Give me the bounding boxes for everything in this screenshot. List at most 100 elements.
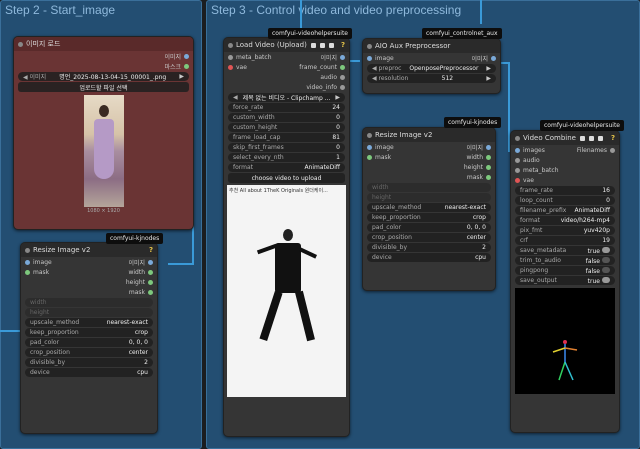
- output-mask: mask: [128, 288, 145, 296]
- custom-width-widget[interactable]: custom_width 0: [228, 113, 345, 122]
- output-audio: audio: [320, 73, 337, 81]
- output-slot-icon[interactable]: [184, 53, 189, 59]
- collapse-dot-icon[interactable]: [515, 135, 520, 141]
- input-mask: mask: [33, 268, 50, 276]
- keep-proportion-widget[interactable]: keep_proportion crop: [25, 328, 153, 337]
- output-slot-icon[interactable]: [340, 54, 345, 60]
- output-slot-icon[interactable]: [491, 55, 496, 61]
- output-mask: 마스크: [164, 63, 181, 71]
- node-header[interactable]: Resize Image v2?: [21, 243, 157, 257]
- collapse-dot-icon[interactable]: [228, 42, 233, 48]
- format-widget[interactable]: format video/h264-mp4: [515, 216, 615, 225]
- node-title: Resize Image v2: [33, 246, 91, 254]
- node-header[interactable]: Load Video (Upload)?: [224, 38, 349, 52]
- preprocessor-select[interactable]: ◀ preproc OpenposePreprocessor ▶: [367, 64, 496, 73]
- input-meta-batch: meta_batch: [236, 53, 272, 61]
- divisible-by-widget[interactable]: divisible_by 2: [367, 243, 491, 252]
- toggle-icon: [602, 276, 610, 283]
- force-rate-widget[interactable]: force_rate 24: [228, 103, 345, 112]
- output-filenames: Filenames: [576, 146, 607, 154]
- load-image-node[interactable]: 이미지 로드 이미지 마스크 ◀ 이미지 명언_2025-08-13-04-15_…: [13, 36, 194, 230]
- filename-prefix-widget[interactable]: filename_prefix AnimateDiff: [515, 206, 615, 215]
- node-header[interactable]: Resize Image v2: [363, 128, 495, 142]
- output-image: 이미지: [320, 54, 337, 62]
- node-source-badge: comfyui_controlnet_aux: [422, 28, 502, 39]
- input-mask: mask: [375, 153, 392, 161]
- link-wire: [0, 330, 20, 332]
- link-wire: [480, 0, 482, 24]
- node-title: AIO Aux Preprocessor: [375, 42, 451, 50]
- select-every-nth-widget[interactable]: select_every_nth 1: [228, 153, 345, 162]
- output-width: width: [128, 268, 145, 276]
- preview-caption: 추천 All about 1TheK Originals 원더케이...: [229, 188, 328, 194]
- crop-position-widget[interactable]: crop_position center: [367, 233, 491, 242]
- help-icon[interactable]: ?: [341, 41, 345, 49]
- node-header[interactable]: Video Combine?: [511, 131, 619, 145]
- upload-button[interactable]: 업로드할 파일 선택: [18, 82, 189, 92]
- collapse-dot-icon[interactable]: [367, 43, 372, 49]
- upscale-method-widget[interactable]: upscale_method nearest-exact: [367, 203, 491, 212]
- node-header[interactable]: 이미지 로드: [14, 37, 193, 51]
- output-height: height: [463, 163, 483, 171]
- output-slot-icon[interactable]: [184, 63, 189, 69]
- output-video-info: video_info: [306, 83, 337, 91]
- input-audio: audio: [523, 156, 540, 164]
- image-select[interactable]: ◀ 이미지 명언_2025-08-13-04-15_00001_.png ▶: [18, 72, 189, 81]
- output-preview[interactable]: [515, 288, 615, 394]
- collapse-dot-icon[interactable]: [367, 132, 372, 138]
- node-source-badge: comfyui-videohelpersuite: [540, 120, 625, 131]
- group-title: Step 2 - Start_image: [5, 3, 116, 17]
- save-output-toggle[interactable]: save_output true: [515, 276, 615, 285]
- video-combine-node[interactable]: Video Combine? images Filenames audio met…: [510, 130, 620, 433]
- pingpong-toggle[interactable]: pingpong false: [515, 266, 615, 275]
- resize-image-node[interactable]: Resize Image v2? image 이미지 mask width heig…: [20, 242, 158, 434]
- device-widget[interactable]: device cpu: [367, 253, 491, 262]
- node-header[interactable]: AIO Aux Preprocessor: [363, 39, 500, 53]
- width-widget[interactable]: width: [367, 183, 491, 192]
- pad-color-widget[interactable]: pad_color 0, 0, 0: [367, 223, 491, 232]
- help-icon[interactable]: ?: [611, 134, 615, 142]
- input-vae: vae: [523, 176, 534, 184]
- trim-to-audio-toggle[interactable]: trim_to_audio false: [515, 256, 615, 265]
- group-title: Step 3 - Control video and video preproc…: [211, 3, 462, 17]
- device-widget[interactable]: device cpu: [25, 368, 153, 377]
- height-widget[interactable]: height: [25, 308, 153, 317]
- width-widget[interactable]: width: [25, 298, 153, 307]
- collapse-dot-icon[interactable]: [25, 247, 30, 253]
- keep-proportion-widget[interactable]: keep_proportion crop: [367, 213, 491, 222]
- collapse-dot-icon[interactable]: [18, 41, 23, 47]
- output-image: 이미지: [471, 55, 488, 63]
- video-select[interactable]: ◀ 제목 없는 비디오 - Clipchamp ... ▶: [228, 93, 345, 102]
- toggle-icon: [602, 256, 610, 263]
- output-image: 이미지: [466, 144, 483, 152]
- frame-rate-widget[interactable]: frame_rate 16: [515, 186, 615, 195]
- input-vae: vae: [236, 63, 247, 71]
- loop-count-widget[interactable]: loop_count 0: [515, 196, 615, 205]
- input-image: image: [33, 258, 52, 266]
- node-source-badge: comfyui-kjnodes: [444, 117, 502, 128]
- load-video-node[interactable]: Load Video (Upload)? meta_batch 이미지 vae fr…: [223, 37, 350, 437]
- crf-widget[interactable]: crf 19: [515, 236, 615, 245]
- pad-color-widget[interactable]: pad_color 0, 0, 0: [25, 338, 153, 347]
- resize-image-node[interactable]: Resize Image v2 image 이미지 mask width heigh…: [362, 127, 496, 291]
- skip-first-frames-widget[interactable]: skip_first_frames 0: [228, 143, 345, 152]
- upscale-method-widget[interactable]: upscale_method nearest-exact: [25, 318, 153, 327]
- custom-height-widget[interactable]: custom_height 0: [228, 123, 345, 132]
- resolution-widget[interactable]: ◀ resolution 512 ▶: [367, 74, 496, 83]
- divisible-by-widget[interactable]: divisible_by 2: [25, 358, 153, 367]
- aio-preprocessor-node[interactable]: AIO Aux Preprocessor image 이미지 ◀ preproc O…: [362, 38, 501, 94]
- save-metadata-toggle[interactable]: save_metadata true: [515, 246, 615, 255]
- pix-fmt-widget[interactable]: pix_fmt yuv420p: [515, 226, 615, 235]
- help-icon[interactable]: ?: [149, 246, 153, 254]
- node-title: Load Video (Upload): [236, 41, 307, 49]
- video-preview[interactable]: 추천 All about 1TheK Originals 원더케이...: [227, 185, 346, 397]
- choose-video-button[interactable]: choose video to upload: [228, 173, 345, 183]
- node-title: 이미지 로드: [26, 40, 61, 48]
- frame-load-cap-widget[interactable]: frame_load_cap 81: [228, 133, 345, 142]
- link-wire: [300, 0, 302, 30]
- output-width: width: [466, 153, 483, 161]
- node-title: Video Combine: [523, 134, 576, 142]
- crop-position-widget[interactable]: crop_position center: [25, 348, 153, 357]
- height-widget[interactable]: height: [367, 193, 491, 202]
- format-widget[interactable]: format AnimateDiff: [228, 163, 345, 172]
